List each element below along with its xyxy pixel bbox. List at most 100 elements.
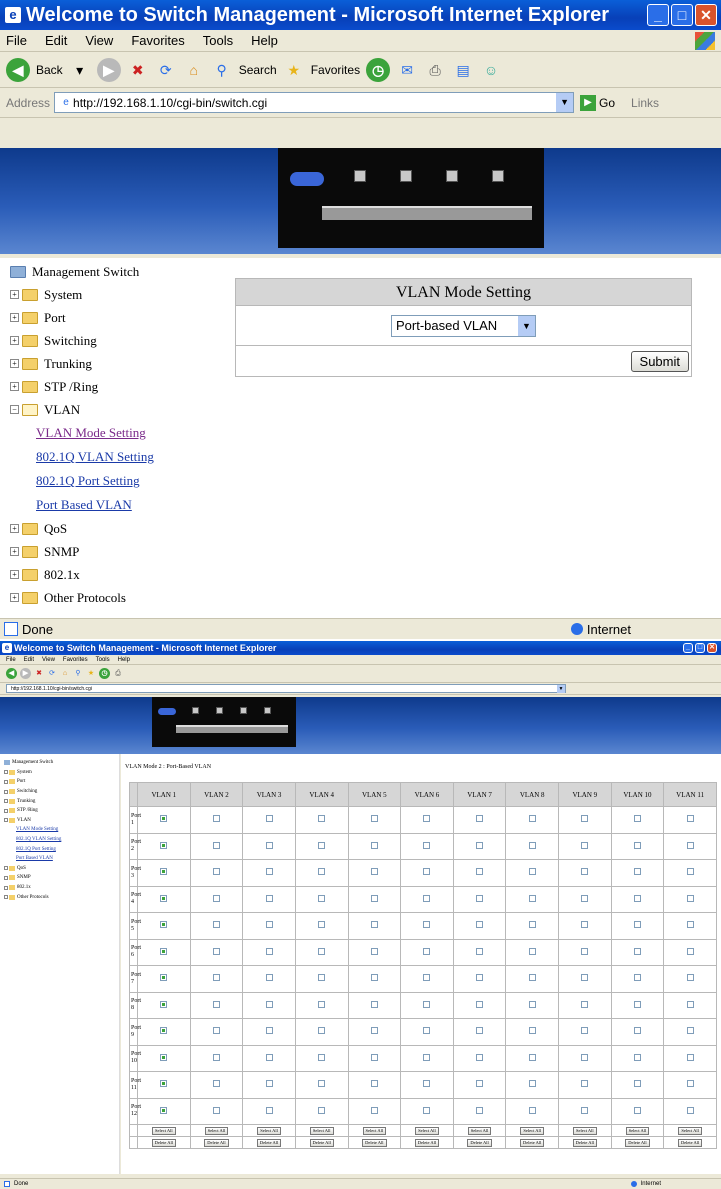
vlan-member-checkbox[interactable] — [160, 1106, 168, 1114]
tree-item-port[interactable]: + Port — [10, 306, 225, 329]
vlan-member-checkbox[interactable] — [160, 894, 168, 902]
expand-icon[interactable]: + — [10, 336, 19, 345]
tree-item-port[interactable]: Port — [4, 777, 119, 787]
expand-icon[interactable]: + — [10, 547, 19, 556]
expand-icon[interactable] — [4, 875, 8, 880]
vlan-member-checkbox[interactable] — [686, 1000, 694, 1008]
vlan-member-checkbox[interactable] — [581, 1000, 589, 1008]
favorites-star-icon[interactable]: ★ — [86, 669, 96, 679]
minimize-button[interactable]: _ — [647, 4, 669, 26]
vlan-member-checkbox[interactable] — [160, 1000, 168, 1008]
menu-edit[interactable]: Edit — [45, 33, 67, 48]
menu-edit[interactable]: Edit — [24, 657, 34, 663]
vlan-member-checkbox[interactable] — [528, 815, 536, 823]
delete-all-button[interactable]: Delete All — [256, 1139, 282, 1147]
vlan-member-checkbox[interactable] — [686, 868, 694, 876]
vlan-member-checkbox[interactable] — [160, 815, 168, 823]
tree-item-8021x[interactable]: +802.1x — [10, 563, 225, 586]
refresh-icon[interactable]: ⟳ — [47, 669, 57, 679]
vlan-member-checkbox[interactable] — [370, 1080, 378, 1088]
vlan-member-checkbox[interactable] — [528, 1106, 536, 1114]
mail-icon[interactable]: ✉ — [396, 59, 418, 81]
tree-item-other-protocols[interactable]: + Other Protocols — [10, 586, 225, 609]
expand-icon[interactable] — [4, 779, 8, 784]
back-button[interactable]: Back — [36, 63, 63, 77]
refresh-icon[interactable]: ⟳ — [155, 59, 177, 81]
tree-root[interactable]: Management Switch — [4, 758, 119, 768]
vlan-member-checkbox[interactable] — [423, 841, 431, 849]
vlan-mode-select[interactable]: Port-based VLAN ▼ — [391, 314, 536, 337]
vlan-member-checkbox[interactable] — [265, 1000, 273, 1008]
vlan-member-checkbox[interactable] — [212, 921, 220, 929]
vlan-member-checkbox[interactable] — [581, 1053, 589, 1061]
delete-all-button[interactable]: Delete All — [625, 1139, 650, 1147]
vlan-member-checkbox[interactable] — [370, 1053, 378, 1061]
tree-root[interactable]: Management Switch — [10, 260, 225, 283]
link-8021q-vlan-setting[interactable]: 802.1Q VLAN Setting — [4, 837, 61, 842]
vlan-member-checkbox[interactable] — [423, 815, 431, 823]
menu-favorites[interactable]: Favorites — [63, 657, 88, 663]
minimize-button[interactable]: _ — [683, 643, 693, 653]
vlan-member-checkbox[interactable] — [160, 974, 168, 982]
vlan-member-checkbox[interactable] — [686, 1106, 694, 1114]
submit-button[interactable]: Submit — [630, 350, 689, 372]
vlan-member-checkbox[interactable] — [265, 868, 273, 876]
vlan-member-checkbox[interactable] — [581, 815, 589, 823]
vlan-member-checkbox[interactable] — [370, 894, 378, 902]
vlan-member-checkbox[interactable] — [265, 815, 273, 823]
tree-item-system[interactable]: + System — [10, 283, 225, 306]
vlan-member-checkbox[interactable] — [212, 1053, 220, 1061]
vlan-member-checkbox[interactable] — [476, 868, 484, 876]
vlan-member-checkbox[interactable] — [476, 815, 484, 823]
vlan-member-checkbox[interactable] — [476, 947, 484, 955]
expand-icon[interactable] — [4, 789, 8, 794]
select-all-button[interactable]: Select All — [152, 1127, 176, 1135]
vlan-member-checkbox[interactable] — [581, 894, 589, 902]
favorites-button[interactable]: Favorites — [311, 63, 360, 77]
vlan-member-checkbox[interactable] — [633, 868, 641, 876]
chevron-down-icon[interactable]: ▼ — [518, 315, 535, 336]
expand-icon[interactable] — [4, 885, 8, 890]
search-button[interactable]: Search — [239, 63, 277, 77]
vlan-member-checkbox[interactable] — [686, 947, 694, 955]
vlan-member-checkbox[interactable] — [476, 841, 484, 849]
vlan-member-checkbox[interactable] — [265, 1106, 273, 1114]
select-all-button[interactable]: Select All — [678, 1127, 702, 1135]
vlan-member-checkbox[interactable] — [318, 868, 326, 876]
vlan-member-checkbox[interactable] — [528, 1080, 536, 1088]
link-8021q-vlan-setting[interactable]: 802.1Q VLAN Setting — [10, 449, 154, 465]
tree-item-stp-ring[interactable]: STP /Ring — [4, 806, 119, 816]
vlan-member-checkbox[interactable] — [370, 974, 378, 982]
vlan-member-checkbox[interactable] — [318, 1053, 326, 1061]
delete-all-button[interactable]: Delete All — [204, 1139, 229, 1147]
tree-item-other-protocols[interactable]: Other Protocols — [4, 892, 119, 902]
vlan-member-checkbox[interactable] — [318, 894, 326, 902]
vlan-member-checkbox[interactable] — [476, 1106, 484, 1114]
vlan-member-checkbox[interactable] — [581, 1027, 589, 1035]
vlan-member-checkbox[interactable] — [212, 815, 220, 823]
tree-item-trunking[interactable]: + Trunking — [10, 352, 225, 375]
back-arrow-icon[interactable]: ◀ — [6, 57, 30, 82]
expand-icon[interactable] — [4, 770, 8, 775]
expand-icon[interactable]: + — [10, 593, 19, 602]
vlan-member-checkbox[interactable] — [423, 947, 431, 955]
stop-icon[interactable]: ✖ — [34, 669, 44, 679]
collapse-icon[interactable]: − — [10, 405, 19, 414]
tree-item-trunking[interactable]: Trunking — [4, 796, 119, 806]
vlan-member-checkbox[interactable] — [160, 1027, 168, 1035]
search-icon[interactable]: ⚲ — [73, 669, 83, 679]
tree-item-qos[interactable]: QoS — [4, 864, 119, 874]
vlan-member-checkbox[interactable] — [160, 947, 168, 955]
close-button[interactable]: ✕ — [707, 643, 717, 653]
menu-help[interactable]: Help — [251, 33, 278, 48]
vlan-member-checkbox[interactable] — [633, 921, 641, 929]
vlan-member-checkbox[interactable] — [160, 841, 168, 849]
vlan-member-checkbox[interactable] — [686, 1027, 694, 1035]
vlan-member-checkbox[interactable] — [370, 947, 378, 955]
search-icon[interactable]: ⚲ — [211, 59, 233, 81]
vlan-member-checkbox[interactable] — [212, 1080, 220, 1088]
select-all-button[interactable]: Select All — [415, 1127, 439, 1135]
vlan-member-checkbox[interactable] — [581, 1106, 589, 1114]
vlan-member-checkbox[interactable] — [581, 1080, 589, 1088]
vlan-member-checkbox[interactable] — [265, 1080, 273, 1088]
